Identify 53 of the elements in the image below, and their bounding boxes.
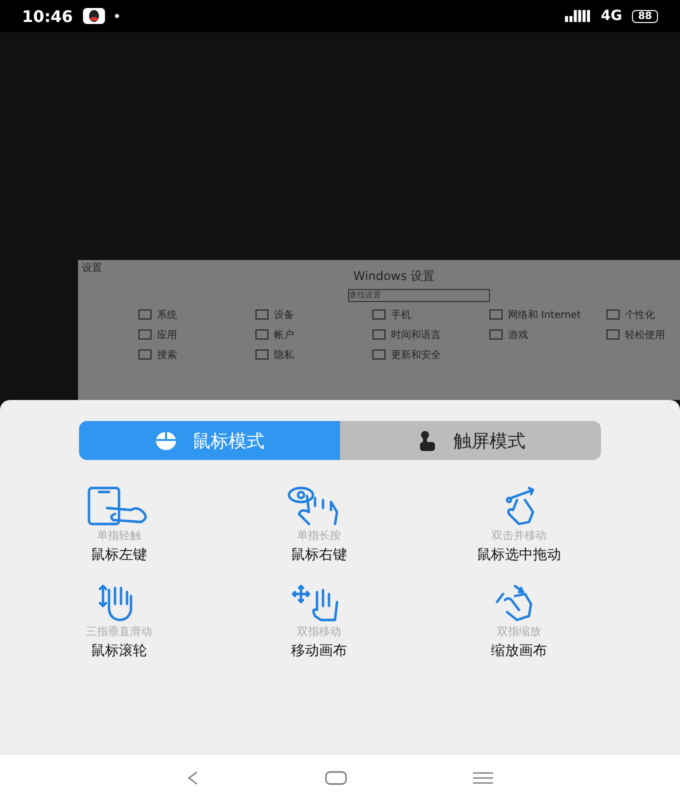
status-time: 10:46: [22, 6, 73, 26]
category-icon: [606, 329, 620, 341]
category-label[interactable]: 游戏: [508, 328, 528, 342]
category-label[interactable]: 设备: [274, 308, 294, 322]
action-label: 鼠标左键: [91, 546, 147, 564]
category-label[interactable]: 帐户: [274, 328, 294, 342]
gesture-label: 三指垂直滑动: [86, 624, 152, 639]
gesture-label: 双指移动: [297, 624, 341, 639]
category-icon: [138, 309, 152, 321]
gesture-label: 双击并移动: [492, 528, 546, 543]
notification-dot-icon: [114, 14, 119, 18]
gesture-label: 双指缩放: [497, 624, 541, 639]
action-label: 缩放画布: [491, 642, 547, 660]
category-label[interactable]: 系统: [157, 308, 177, 322]
category-icon: [606, 309, 620, 321]
window-label: 设置: [82, 262, 102, 275]
app-notification-icon: [82, 8, 105, 24]
action-label: 移动画布: [291, 642, 347, 660]
category-label[interactable]: 手机: [391, 308, 411, 322]
category-icon: [138, 329, 152, 341]
search-field[interactable]: 查找设置: [348, 289, 490, 302]
category-label[interactable]: 应用: [157, 328, 177, 342]
category-label[interactable]: 网络和 Internet: [508, 308, 581, 322]
gesture-label: 单指轻触: [97, 528, 141, 543]
gesture-label: 单指长按: [297, 528, 341, 543]
network-type: 4G: [600, 8, 622, 24]
category-icon: [255, 329, 269, 341]
category-icon: [255, 309, 269, 321]
category-icon: [255, 349, 269, 361]
action-label: 鼠标右键: [291, 546, 347, 564]
category-label[interactable]: 个性化: [625, 308, 655, 322]
back-icon[interactable]: [187, 770, 199, 786]
category-label[interactable]: 更新和安全: [391, 348, 441, 362]
window-title: Windows 设置: [353, 268, 435, 285]
category-label[interactable]: 轻松使用: [625, 328, 665, 342]
mode-tab[interactable]: 鼠标模式: [79, 421, 340, 460]
mouse-icon: [154, 430, 176, 452]
category-label[interactable]: 搜索: [157, 348, 177, 362]
battery-indicator: 88: [632, 10, 658, 22]
menu-icon[interactable]: [473, 772, 493, 784]
action-label: 鼠标滚轮: [91, 642, 147, 660]
category-icon: [489, 309, 503, 321]
category-label[interactable]: 时间和语言: [391, 328, 441, 342]
home-icon[interactable]: [325, 770, 347, 784]
category-icon: [372, 349, 386, 361]
category-label[interactable]: 隐私: [274, 348, 294, 362]
category-icon: [489, 329, 503, 341]
category-icon: [138, 349, 152, 361]
category-icon: [372, 309, 386, 321]
category-icon: [372, 329, 386, 341]
mode-tab[interactable]: 触屏模式: [340, 421, 601, 460]
signal-icon: [564, 10, 591, 22]
action-label: 鼠标选中拖动: [477, 546, 561, 564]
